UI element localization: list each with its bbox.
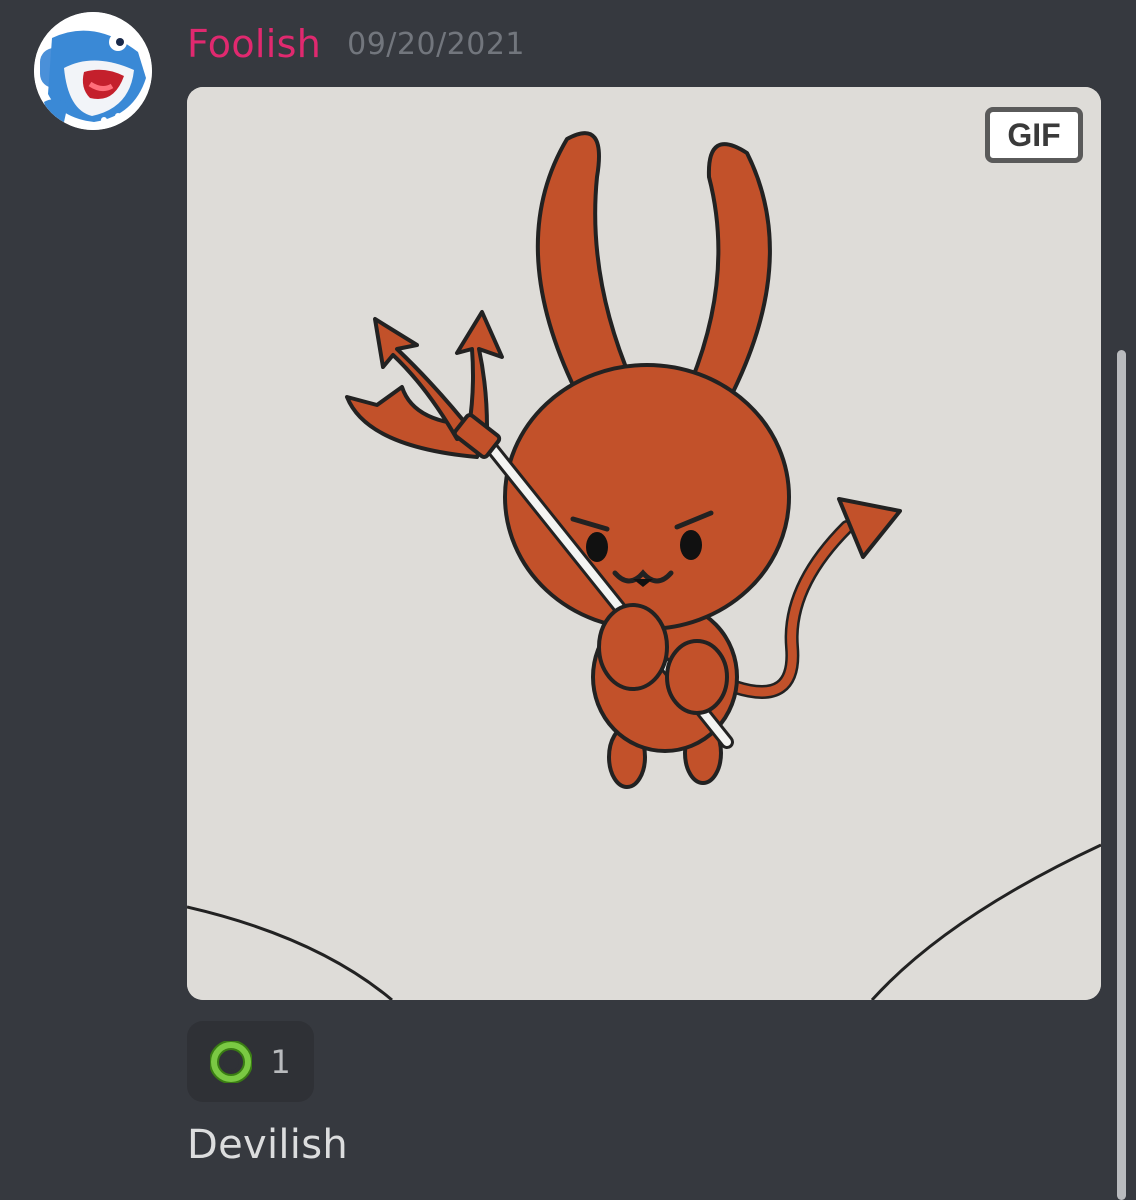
reaction-button[interactable]: 1 [187,1021,314,1102]
scrollbar-thumb[interactable] [1117,350,1126,1200]
reaction-count: 1 [270,1042,291,1081]
message-text: Devilish [187,1122,349,1168]
shark-avatar-icon [34,12,152,130]
chat-message: Foolish 09/20/2021 GIF 1 Devilish [0,0,1136,1200]
message-header: Foolish 09/20/2021 [187,14,525,74]
green-ring-emoji-icon [210,1040,253,1083]
gif-attachment[interactable]: GIF [187,87,1101,1000]
devil-bunny-trident-icon [187,87,1101,1000]
user-avatar[interactable] [34,12,152,130]
gif-badge: GIF [985,107,1083,163]
username[interactable]: Foolish [187,22,321,66]
timestamp: 09/20/2021 [347,26,526,62]
